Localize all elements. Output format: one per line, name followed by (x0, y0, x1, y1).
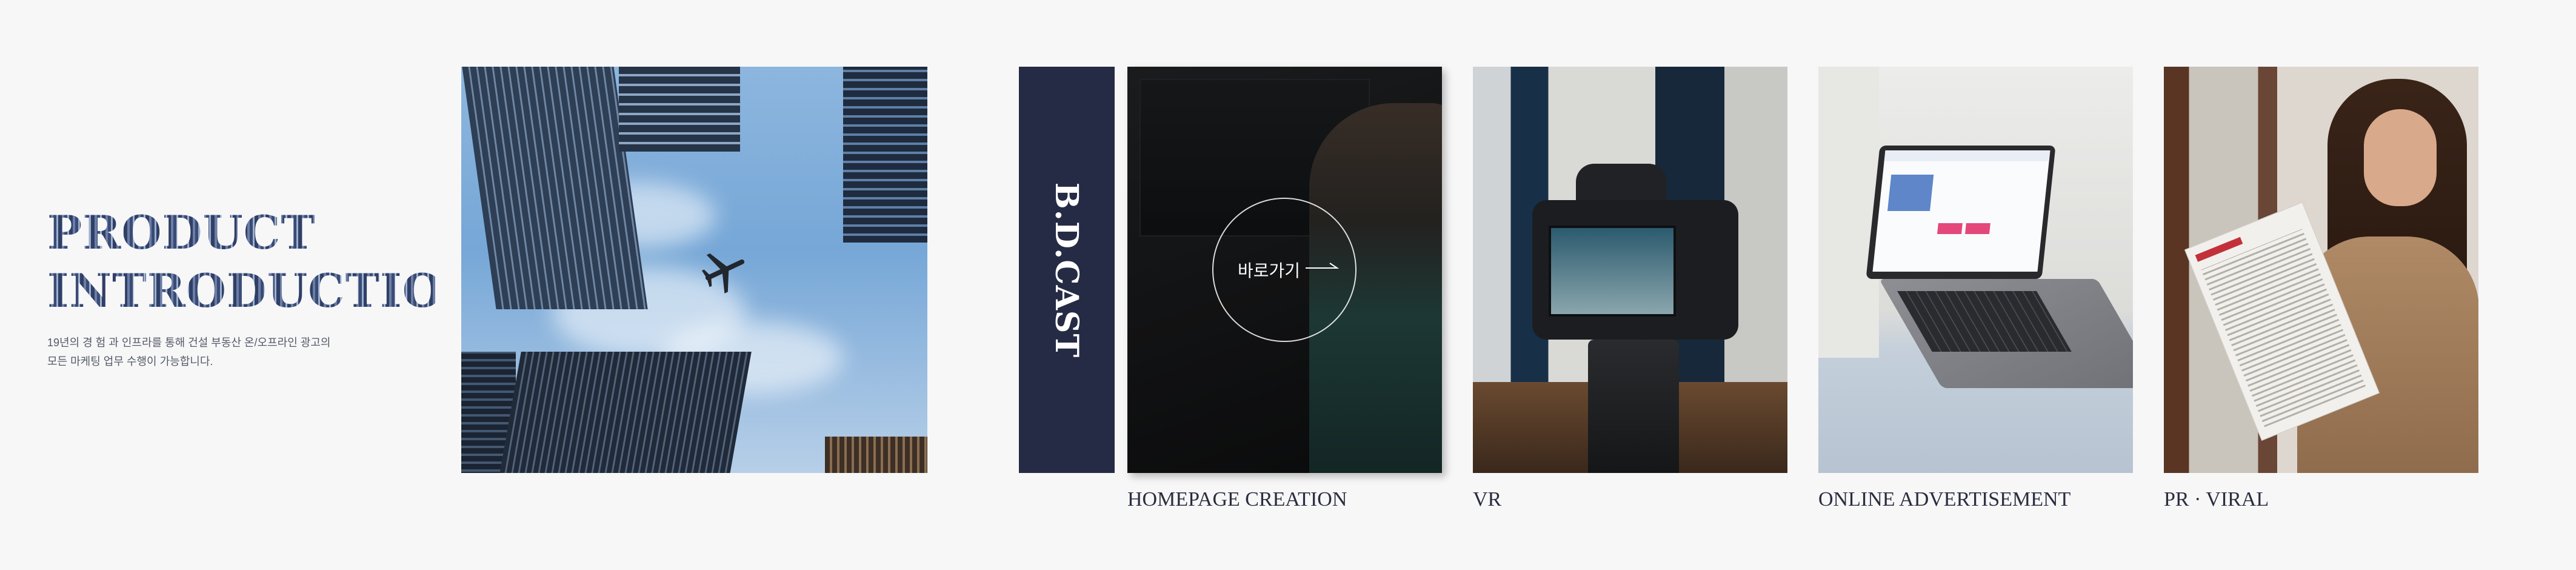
wall-graphic (1818, 67, 1879, 358)
intro-description: 19년의 경 험 과 인프라를 통해 건설 부동산 온/오프라인 광고의 모든 … (47, 334, 338, 371)
person-face-graphic (2364, 109, 2437, 206)
card-online-advertisement[interactable] (1818, 67, 2133, 473)
intro-desc-line2: 모든 마케팅 업무 수행이 가능합니다. (47, 355, 213, 367)
card-vr[interactable] (1473, 67, 1787, 473)
skyscraper-graphic (825, 437, 927, 473)
card-label-homepage-creation[interactable]: HOMEPAGE CREATION (1127, 488, 1347, 511)
brand-name: B.D.CAST (1048, 182, 1086, 358)
skyscraper-graphic (498, 352, 752, 473)
card-label-online-advertisement[interactable]: ONLINE ADVERTISEMENT (1818, 488, 2070, 511)
card-label-pr-viral[interactable]: PR · VIRAL (2164, 488, 2269, 511)
product-intro: PRODUCT INTRODUCTION 19년의 경 험 과 인프라를 통해 … (47, 204, 485, 371)
brand-bar: B.D.CAST (1019, 67, 1115, 473)
skyscraper-graphic (619, 67, 740, 152)
arrow-right-icon (1306, 263, 1340, 269)
intro-title-line2: INTRODUCTION (47, 262, 485, 320)
shortcut-label[interactable]: 바로가기 (1238, 258, 1300, 282)
camera-screen-graphic (1549, 226, 1676, 317)
tripod-graphic (1588, 340, 1679, 473)
city-skyline-photo (461, 67, 927, 473)
laptop-screen-graphic (1872, 150, 2050, 272)
card-label-vr[interactable]: VR (1473, 488, 1501, 511)
card-pr-viral[interactable] (2164, 67, 2478, 473)
intro-desc-line1: 19년의 경 험 과 인프라를 통해 건설 부동산 온/오프라인 광고의 (47, 337, 331, 349)
intro-title-line1: PRODUCT (47, 204, 435, 262)
card-homepage-creation[interactable]: 바로가기 (1127, 67, 1442, 473)
airplane-icon (701, 253, 745, 293)
skyscraper-graphic (843, 67, 927, 243)
